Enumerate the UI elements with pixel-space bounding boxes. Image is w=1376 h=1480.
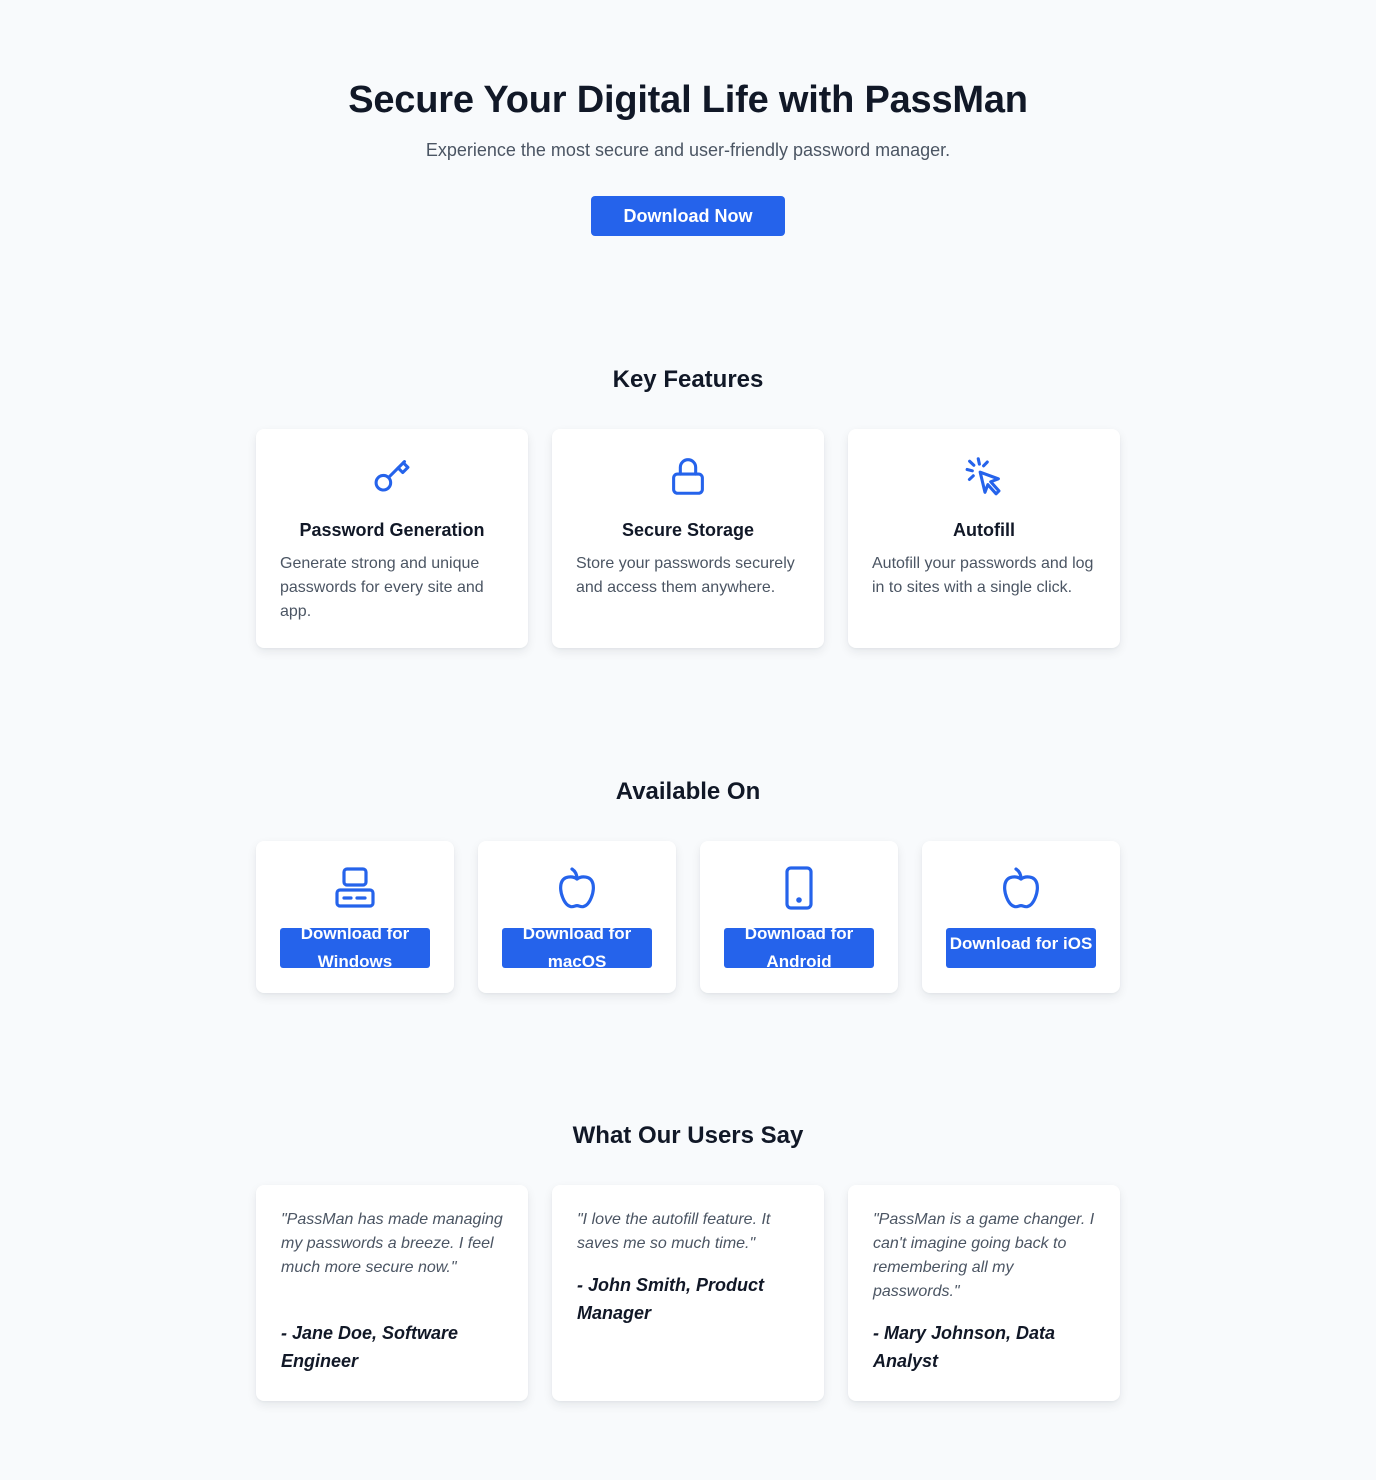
platform-card-android: Download for Android (700, 841, 898, 993)
feature-description: Store your passwords securely and access… (576, 555, 795, 596)
download-windows-button[interactable]: Download for Windows (280, 924, 430, 971)
platform-card-ios: Download for iOS (922, 841, 1120, 993)
testimonial-card: "PassMan has made managing my passwords … (256, 1185, 528, 1401)
cursor-click-icon (961, 453, 1007, 499)
testimonial-author: - Jane Doe, Software Engineer (281, 1323, 459, 1371)
download-android-label: Download for Android (744, 924, 854, 971)
apple-icon (553, 864, 601, 912)
download-ios-label: Download for iOS (949, 934, 1093, 953)
platform-card-macos: Download for macOS (478, 841, 676, 993)
apple-icon (997, 864, 1045, 912)
feature-title: Autofill (953, 520, 1015, 540)
lock-icon (665, 453, 711, 499)
platforms-title: Available On (615, 778, 761, 805)
feature-description: Autofill your passwords and log in to si… (872, 555, 1094, 596)
key-icon (369, 453, 415, 499)
download-windows-label: Download for Windows (300, 924, 410, 971)
feature-card-secure-storage: Secure Storage Store your passwords secu… (552, 429, 824, 648)
features-title: Key Features (612, 366, 764, 393)
feature-card-autofill: Autofill Autofill your passwords and log… (848, 429, 1120, 648)
desktop-icon (331, 864, 379, 912)
testimonial-author: - John Smith, Product Manager (577, 1275, 764, 1323)
testimonial-author: - Mary Johnson, Data Analyst (873, 1323, 1056, 1371)
feature-title: Password Generation (299, 520, 485, 540)
feature-description: Generate strong and unique passwords for… (280, 555, 484, 620)
download-android-button[interactable]: Download for Android (724, 924, 874, 971)
testimonial-quote: "PassMan is a game changer. I can't imag… (873, 1211, 1095, 1300)
testimonial-card: "I love the autofill feature. It saves m… (552, 1185, 824, 1401)
platform-card-windows: Download for Windows (256, 841, 454, 993)
testimonial-card: "PassMan is a game changer. I can't imag… (848, 1185, 1120, 1401)
landing-page: Secure Your Digital Life with PassMan Ex… (0, 0, 1376, 1480)
download-ios-button[interactable]: Download for iOS (946, 928, 1096, 968)
testimonial-quote: "I love the autofill feature. It saves m… (577, 1211, 771, 1252)
hero-title: Secure Your Digital Life with PassMan (348, 79, 1028, 121)
download-macos-label: Download for macOS (522, 924, 632, 971)
download-now-button[interactable]: Download Now (591, 196, 785, 236)
feature-title: Secure Storage (621, 520, 755, 540)
download-macos-button[interactable]: Download for macOS (502, 924, 652, 971)
testimonials-title: What Our Users Say (572, 1122, 804, 1149)
testimonial-quote: "PassMan has made managing my passwords … (281, 1211, 503, 1276)
phone-icon (775, 864, 823, 912)
hero-subtitle: Experience the most secure and user-frie… (425, 140, 951, 160)
feature-card-password-generation: Password Generation Generate strong and … (256, 429, 528, 648)
